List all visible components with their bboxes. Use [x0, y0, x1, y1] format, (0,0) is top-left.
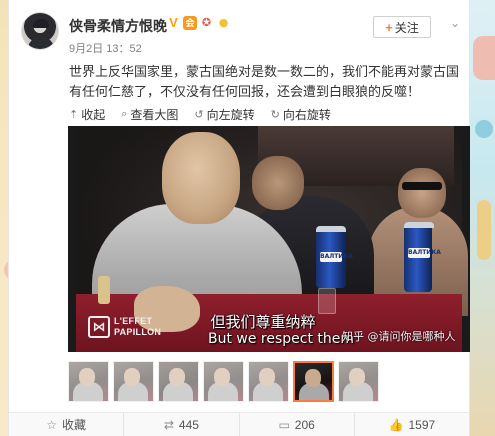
more-options-chevron-icon[interactable]: ⌄	[447, 16, 463, 30]
medal-badge-icon[interactable]: ✪	[199, 15, 214, 30]
post-timestamp[interactable]: 9月2日 13：52	[69, 40, 142, 56]
view-large-button[interactable]: ⌕ 查看大图	[121, 106, 178, 123]
comment-count: 206	[294, 417, 315, 432]
post-image[interactable]: ВАЛТИКА ВАЛТИКА ⋈ L'EFFET PAPILLON 但我们尊重…	[68, 126, 470, 352]
thumbs-up-icon: 👍	[388, 417, 404, 432]
plus-icon: +	[385, 19, 393, 35]
thumbnail[interactable]	[68, 361, 109, 402]
thumbnail-face	[169, 368, 185, 386]
favorite-button[interactable]: ☆ 收藏	[9, 413, 125, 436]
avatar-body	[28, 37, 54, 49]
logo-line-1: L'EFFET	[114, 316, 153, 326]
person-middle-head	[252, 156, 304, 210]
rotate-left-icon: ↺	[194, 108, 204, 121]
thumbnail-face	[124, 368, 140, 386]
person-right-head	[398, 168, 446, 218]
repost-icon: ⇄	[163, 417, 174, 432]
thumbnail-strip	[68, 361, 379, 403]
collapse-icon: ⇡	[69, 108, 79, 121]
subtitle-english: But we respect them	[208, 331, 355, 347]
channel-logo-text: L'EFFET PAPILLON	[114, 316, 174, 338]
comment-button[interactable]: ▭ 206	[240, 413, 355, 436]
rotate-right-label: 向右旋转	[282, 107, 331, 122]
magnifier-icon: ⌕	[121, 107, 128, 120]
member-badge-icon[interactable]: 会	[183, 15, 197, 30]
thumbnail[interactable]	[113, 361, 154, 402]
thumbnail-face	[259, 368, 275, 386]
follow-label: 关注	[394, 20, 419, 35]
thumbnail[interactable]	[158, 361, 199, 402]
like-button[interactable]: 👍 1597	[355, 413, 469, 436]
post-card: 侠骨柔情方恨晚 V 会 ✪ ● 9月2日 13：52 + 关注 ⌄ 世界上反华国…	[8, 0, 470, 436]
star-icon: ☆	[46, 417, 57, 432]
beer-can: ВАЛТИКА	[404, 222, 441, 292]
collapse-label: 收起	[81, 107, 106, 122]
background-decoration	[477, 200, 491, 260]
lightbulb-badge-icon[interactable]: ●	[216, 15, 231, 30]
media-toolbar: ⇡ 收起 ⌕ 查看大图 ↺ 向左旋转 ↻ 向右旋转	[69, 104, 331, 124]
sunglasses	[402, 182, 442, 190]
rotate-left-label: 向左旋转	[206, 107, 255, 122]
author-badges: V 会 ✪ ●	[166, 15, 231, 30]
rotate-right-button[interactable]: ↻ 向右旋转	[271, 106, 331, 123]
author-avatar[interactable]	[21, 12, 59, 50]
thumbnail-face	[305, 369, 321, 387]
thumbnail[interactable]	[203, 361, 244, 402]
candle	[98, 276, 110, 304]
favorite-label: 收藏	[62, 418, 87, 432]
rotate-left-button[interactable]: ↺ 向左旋转	[194, 106, 254, 123]
repost-button[interactable]: ⇄ 445	[124, 413, 240, 436]
thumbnail-face	[79, 368, 95, 386]
like-count: 1597	[408, 417, 436, 432]
butterfly-logo-icon: ⋈	[88, 316, 110, 338]
glass	[318, 288, 336, 314]
person-left-head	[162, 132, 240, 224]
avatar-cap	[33, 19, 49, 28]
logo-line-2: PAPILLON	[114, 327, 162, 337]
thumbnail-face	[214, 368, 230, 386]
thumbnail-face	[349, 368, 365, 386]
can-label: ВАЛТИКА	[320, 252, 353, 262]
post-actions-bar: ☆ 收藏 ⇄ 445 ▭ 206 👍 1597	[9, 412, 469, 436]
thumbnail-selected[interactable]	[293, 361, 334, 402]
thumbnail[interactable]	[248, 361, 289, 402]
post-text: 世界上反华国家里，蒙古国绝对是数一数二的，我们不能再对蒙古国有任何仁慈了，不仅没…	[69, 64, 460, 99]
comment-icon: ▭	[278, 417, 290, 432]
background-decoration	[475, 120, 493, 138]
author-name[interactable]: 侠骨柔情方恨晚	[69, 16, 167, 36]
view-large-label: 查看大图	[130, 107, 179, 122]
can-label: ВАЛТИКА	[408, 248, 441, 258]
background-decoration	[473, 36, 495, 80]
beer-can: ВАЛТИКА	[316, 226, 353, 288]
verified-badge-icon[interactable]: V	[166, 15, 181, 30]
zhihu-watermark: 知乎 @请问你是哪种人	[342, 330, 456, 343]
repost-count: 445	[178, 417, 199, 432]
rotate-right-icon: ↻	[270, 108, 280, 121]
follow-button[interactable]: + 关注	[373, 16, 431, 38]
subtitle-chinese: 但我们尊重纳粹	[210, 313, 316, 331]
thumbnail[interactable]	[338, 361, 379, 402]
collapse-button[interactable]: ⇡ 收起	[69, 106, 105, 123]
